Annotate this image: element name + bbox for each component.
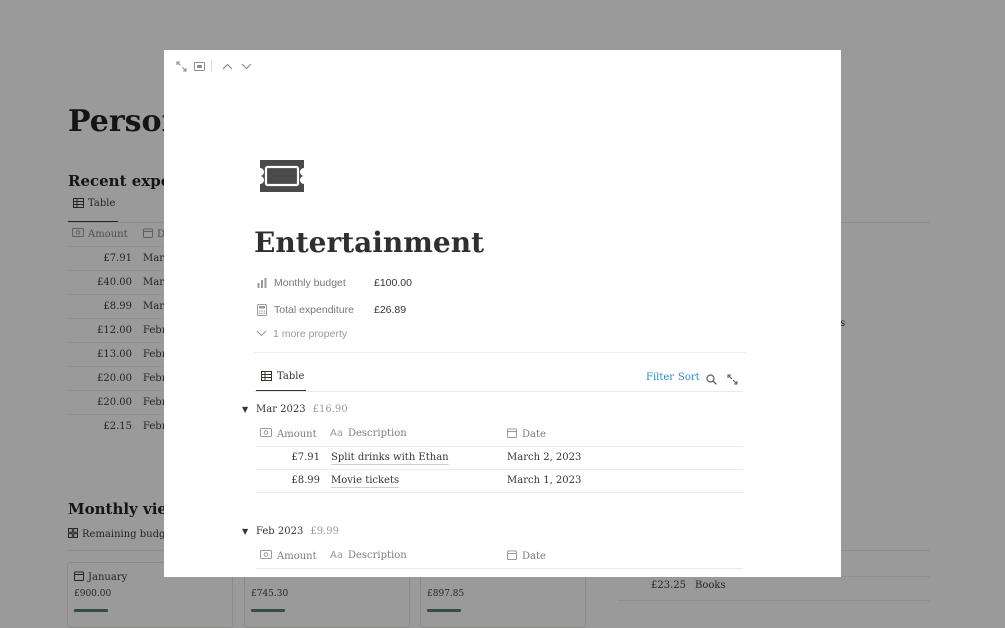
row-divider xyxy=(256,492,743,493)
peek-mode-icon[interactable] xyxy=(193,59,205,73)
ticket-icon[interactable] xyxy=(256,157,308,195)
table-view-tab-label: Table xyxy=(277,371,305,382)
caret-down-icon[interactable]: ▼ xyxy=(242,527,256,536)
amount-cell[interactable]: £8.99 xyxy=(260,475,320,486)
text-property-icon: Aa xyxy=(330,550,343,561)
table-header-divider xyxy=(256,446,743,447)
properties-divider xyxy=(254,352,746,353)
amount-cell[interactable]: £7.91 xyxy=(260,452,320,463)
description-cell[interactable]: Movie tickets xyxy=(331,475,400,488)
page-peek-modal: Entertainment Monthly budget £100.00 Tot… xyxy=(164,50,841,577)
search-icon[interactable] xyxy=(706,372,718,385)
filter-button[interactable]: Filter xyxy=(646,372,674,383)
property-value[interactable]: £100.00 xyxy=(374,277,412,289)
description-column-header[interactable]: Aa Description xyxy=(330,550,407,561)
chevron-down-icon xyxy=(256,328,267,340)
expand-icon[interactable] xyxy=(175,59,187,73)
group-sum: £16.90 xyxy=(312,404,348,415)
table-view-tab[interactable]: Table xyxy=(256,366,306,392)
group-header-mar-2023[interactable]: ▼ Mar 2023 £16.90 xyxy=(242,404,348,415)
chevron-down-icon[interactable] xyxy=(240,59,252,73)
table-icon xyxy=(261,371,272,384)
date-column-header[interactable]: Date xyxy=(507,428,546,441)
chevron-up-icon[interactable] xyxy=(221,59,233,73)
property-total-expenditure[interactable]: Total expenditure £26.89 xyxy=(256,300,406,320)
property-name: Total expenditure xyxy=(274,304,354,316)
open-full-page-icon[interactable] xyxy=(727,372,739,385)
money-icon xyxy=(260,550,272,562)
text-property-icon: Aa xyxy=(330,428,343,439)
toolbar-divider xyxy=(211,60,212,71)
description-column-header[interactable]: Aa Description xyxy=(330,428,407,439)
calendar-icon xyxy=(507,550,517,563)
row-divider xyxy=(256,469,743,470)
bar-chart-icon xyxy=(256,277,268,289)
property-value[interactable]: £26.89 xyxy=(374,304,406,316)
view-tabs-divider xyxy=(254,391,743,392)
group-sum: £9.99 xyxy=(310,526,339,537)
date-cell[interactable]: March 2, 2023 xyxy=(507,452,581,463)
group-header-feb-2023[interactable]: ▼ Feb 2023 £9.99 xyxy=(242,526,339,537)
property-name: Monthly budget xyxy=(274,277,346,289)
amount-column-header[interactable]: Amount xyxy=(260,428,317,440)
calendar-icon xyxy=(507,428,517,441)
amount-column-header[interactable]: Amount xyxy=(260,550,317,562)
property-monthly-budget[interactable]: Monthly budget £100.00 xyxy=(256,273,412,293)
more-properties-toggle[interactable]: 1 more property xyxy=(256,328,347,340)
money-icon xyxy=(260,428,272,440)
date-cell[interactable]: March 1, 2023 xyxy=(507,475,581,486)
caret-down-icon[interactable]: ▼ xyxy=(242,405,256,414)
date-column-header[interactable]: Date xyxy=(507,550,546,563)
sort-button[interactable]: Sort xyxy=(678,372,700,383)
description-cell[interactable]: Split drinks with Ethan xyxy=(331,452,449,465)
calculator-icon xyxy=(256,304,268,316)
table-header-divider xyxy=(256,568,743,569)
page-title[interactable]: Entertainment xyxy=(254,226,484,259)
